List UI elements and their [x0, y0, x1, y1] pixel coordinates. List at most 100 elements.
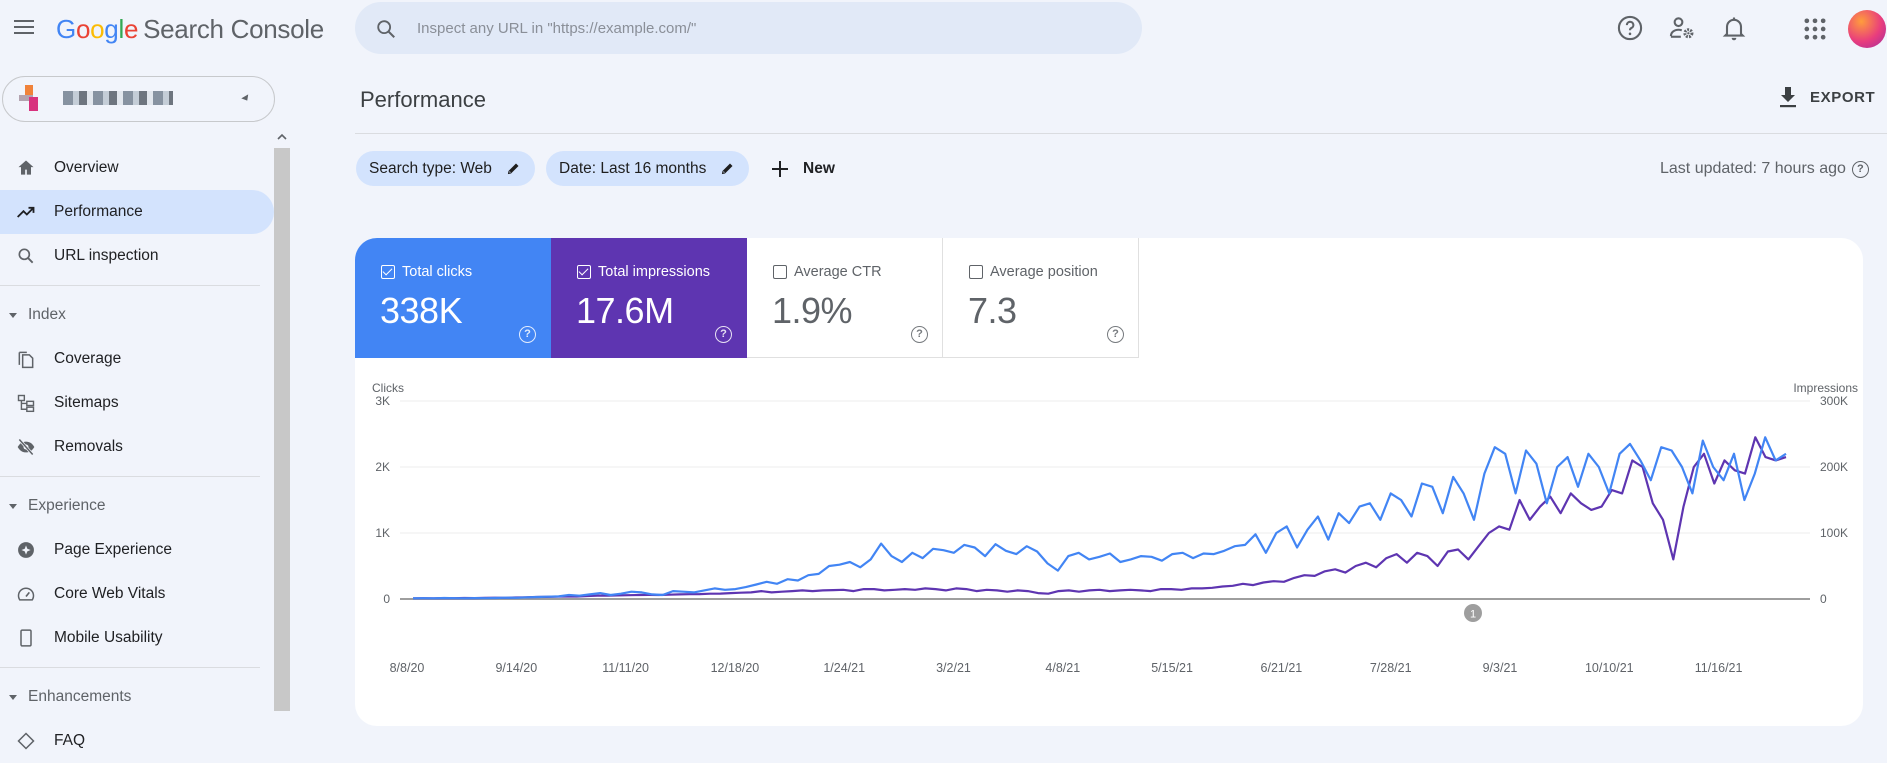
filter-chip-date[interactable]: Date: Last 16 months	[546, 151, 750, 186]
sidebar-item-sitemaps[interactable]: Sitemaps	[0, 381, 274, 425]
chart-annotations: 1	[1464, 604, 1482, 622]
sitemap-icon	[17, 394, 35, 413]
collapse-triangle-icon	[9, 313, 17, 318]
new-filter-button[interactable]: New	[771, 151, 835, 186]
section-enhancements-toggle[interactable]: Enhancements	[0, 675, 274, 719]
chart-gridlines	[400, 400, 1810, 600]
main-menu-button[interactable]	[12, 16, 36, 40]
help-icon[interactable]	[1616, 14, 1644, 42]
scrollbar-thumb[interactable]	[274, 148, 290, 711]
checkbox-unchecked-icon[interactable]	[773, 265, 787, 279]
faq-icon	[17, 732, 35, 750]
divider	[0, 667, 260, 668]
chart-series	[412, 436, 1787, 600]
y-left-tick-label: 3K	[375, 394, 390, 408]
sidebar-item-overview[interactable]: Overview	[0, 146, 274, 190]
metric-average-ctr[interactable]: Average CTR 1.9% ?	[747, 238, 943, 358]
metric-value: 1.9%	[772, 290, 853, 331]
metric-value: 7.3	[968, 290, 1017, 331]
divider	[0, 476, 260, 477]
export-button[interactable]: EXPORT	[1778, 86, 1875, 108]
property-selector[interactable]	[2, 76, 275, 122]
x-tick-label: 1/24/21	[823, 661, 865, 675]
sidebar-item-coverage[interactable]: Coverage	[0, 337, 274, 381]
sidebar-item-core-web-vitals[interactable]: Core Web Vitals	[0, 572, 274, 616]
collapse-triangle-icon	[9, 695, 17, 700]
scroll-up-arrow-icon[interactable]	[273, 130, 291, 144]
property-favicon-icon	[19, 85, 47, 113]
x-tick-label: 10/10/21	[1585, 661, 1634, 675]
divider	[355, 133, 1887, 134]
sidebar-item-mobile-usability[interactable]: Mobile Usability	[0, 616, 274, 660]
gauge-icon	[17, 587, 35, 601]
section-index-toggle[interactable]: Index	[0, 293, 274, 337]
divider	[0, 285, 260, 286]
metric-total-impressions[interactable]: Total impressions 17.6M ?	[551, 238, 747, 358]
x-tick-label: 6/21/21	[1261, 661, 1303, 675]
metric-value: 338K	[380, 290, 463, 331]
help-icon[interactable]: ?	[519, 326, 536, 343]
x-tick-label: 11/11/20	[602, 661, 649, 675]
coverage-icon	[18, 351, 34, 369]
manage-users-icon[interactable]	[1668, 14, 1696, 42]
x-axis-ticks: 8/8/20 9/14/20 11/11/20 12/18/20 1/24/21 3/2/…	[390, 661, 1743, 675]
sidebar-item-removals[interactable]: Removals	[0, 425, 274, 469]
y-left-tick-label: 1K	[375, 526, 390, 540]
collapse-triangle-icon	[9, 504, 17, 509]
notifications-bell-icon[interactable]	[1720, 14, 1748, 42]
trending-up-icon	[17, 206, 35, 218]
sidebar-item-performance[interactable]: Performance	[0, 190, 274, 234]
download-icon	[1780, 87, 1796, 108]
edit-pencil-icon[interactable]	[720, 161, 735, 176]
series-line-clicks	[412, 436, 1787, 600]
x-tick-label: 9/14/20	[495, 661, 537, 675]
main-content: Performance EXPORT Search type: Web Date…	[355, 60, 1887, 735]
y-left-tick-label: 0	[383, 592, 390, 606]
y-right-tick-label: 0	[1820, 592, 1827, 606]
checkbox-checked-icon[interactable]	[381, 265, 395, 279]
help-icon[interactable]: ?	[1107, 326, 1124, 343]
checkbox-unchecked-icon[interactable]	[969, 265, 983, 279]
plus-icon	[772, 160, 788, 177]
x-tick-label: 4/8/21	[1045, 661, 1080, 675]
account-avatar[interactable]	[1848, 10, 1886, 48]
section-experience-toggle[interactable]: Experience	[0, 484, 274, 528]
help-icon[interactable]: ?	[911, 326, 928, 343]
google-apps-grid-icon[interactable]	[1801, 15, 1829, 43]
last-updated-status: Last updated: 7 hours ago ?	[1660, 160, 1869, 178]
smartphone-icon	[20, 629, 32, 647]
page-experience-icon	[18, 542, 34, 558]
checkbox-checked-icon[interactable]	[577, 265, 591, 279]
x-tick-label: 7/28/21	[1370, 661, 1412, 675]
home-icon	[18, 160, 34, 175]
url-inspection-input[interactable]	[417, 16, 1097, 40]
hamburger-menu-icon	[14, 20, 34, 22]
x-tick-label: 9/3/21	[1483, 661, 1518, 675]
x-tick-label: 12/18/20	[711, 661, 760, 675]
performance-card: Total clicks 338K ? Total impressions 17…	[355, 238, 1863, 726]
url-inspection-search-bar[interactable]	[355, 2, 1142, 54]
metric-value: 17.6M	[576, 290, 674, 331]
help-icon[interactable]: ?	[715, 326, 732, 343]
help-icon[interactable]: ?	[1851, 160, 1869, 178]
performance-line-chart[interactable]: Clicks Impressions 0 1K 2K 3K 0 100K 200K 300K…	[355, 378, 1863, 718]
sidebar-item-url-inspection[interactable]: URL inspection	[0, 234, 274, 278]
series-line-impressions	[412, 436, 1787, 600]
search-console-logo[interactable]: Google Search Console	[56, 14, 324, 45]
y-axis-left-label: Clicks	[372, 381, 404, 395]
y-left-tick-label: 2K	[375, 460, 390, 474]
filter-chip-search-type[interactable]: Search type: Web	[356, 151, 535, 186]
y-axis-right-ticks: 0 100K 200K 300K	[1820, 394, 1848, 606]
sidebar-item-page-experience[interactable]: Page Experience	[0, 528, 274, 572]
metric-average-position[interactable]: Average position 7.3 ?	[943, 238, 1139, 358]
y-right-tick-label: 300K	[1820, 394, 1848, 408]
y-axis-left-ticks: 0 1K 2K 3K	[375, 394, 390, 606]
property-name-redacted	[63, 91, 173, 105]
sidebar-nav: Overview Performance URL inspection Inde…	[0, 146, 274, 763]
edit-pencil-icon[interactable]	[506, 161, 521, 176]
metric-total-clicks[interactable]: Total clicks 338K ?	[355, 238, 551, 358]
metric-tabs: Total clicks 338K ? Total impressions 17…	[355, 238, 1139, 358]
top-app-bar: Google Search Console	[0, 0, 1887, 60]
sidebar-scrollbar[interactable]	[273, 130, 291, 735]
sidebar-item-faq[interactable]: FAQ	[0, 719, 274, 763]
